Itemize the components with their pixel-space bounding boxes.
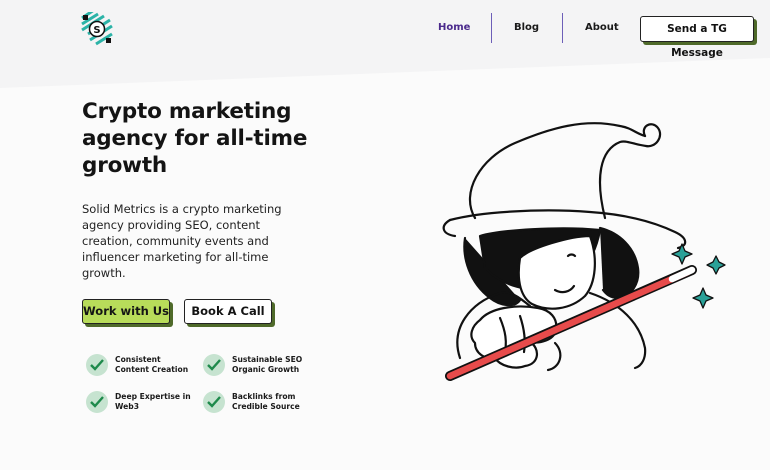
hero-title: Crypto marketing agency for all-time gro… [82,98,342,179]
witch-illustration [442,122,726,381]
feature-line: Credible Source [232,402,300,411]
nav-home[interactable]: Home [438,22,470,33]
feature-item: Consistent Content Creation [86,354,196,378]
feature-item: Deep Expertise in Web3 [86,391,196,415]
check-icon [203,391,225,413]
nav-divider [491,13,492,43]
nav-about[interactable]: About [585,22,619,33]
check-icon [86,354,108,376]
feature-line: Organic Growth [232,365,300,374]
nav-divider [562,13,563,43]
feature-line: Consistent [115,355,161,364]
feature-item: Sustainable SEO Organic Growth [203,354,313,378]
hero-title-line: Crypto marketing [82,99,292,124]
send-tg-message-button[interactable]: Send a TG Message [640,16,754,59]
book-a-call-button[interactable]: Book A Call [184,299,272,324]
hero-title-line: growth [82,153,168,178]
feature-item: Backlinks from Credible Source [203,391,313,415]
nav-blog[interactable]: Blog [514,22,539,33]
feature-line: Sustainable SEO [232,355,303,364]
check-icon [203,354,225,376]
hero-description: Solid Metrics is a crypto marketing agen… [82,202,282,280]
work-with-us-button[interactable]: Work with Us [82,299,170,324]
feature-line: Backlinks from [232,392,296,401]
check-icon [86,391,108,413]
feature-line: Deep Expertise in [115,392,191,401]
feature-line: Web3 [115,402,139,411]
feature-line: Content Creation [115,365,189,374]
hero-title-line: agency for all-time [82,126,308,151]
